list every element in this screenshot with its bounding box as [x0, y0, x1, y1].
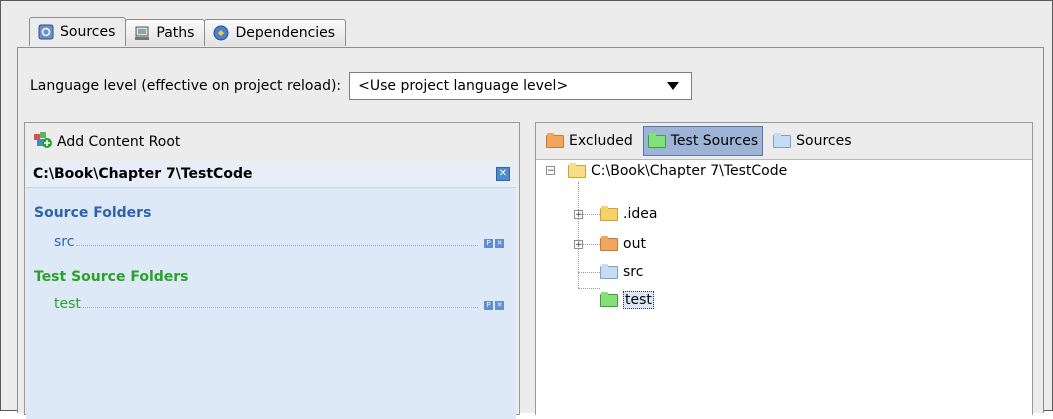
dotted-leader — [82, 307, 478, 308]
tab-bar: Sources Paths Dependencies — [29, 17, 347, 47]
collapse-root-toggle[interactable]: − — [546, 166, 555, 176]
tree-node-label: .idea — [623, 206, 658, 222]
tree-node-test[interactable]: test — [600, 290, 654, 310]
test-source-folders-title: Test Source Folders — [34, 269, 189, 285]
mark-test-sources-button[interactable]: Test Sources — [642, 126, 764, 156]
tab-sources[interactable]: Sources — [29, 17, 127, 46]
test-source-folder-item: test P ✕ — [54, 294, 504, 312]
folder-actions: P ✕ — [484, 301, 504, 310]
unmark-folder-icon[interactable]: ✕ — [495, 239, 504, 248]
content-root-path: C:\Book\Chapter 7\TestCode — [33, 166, 253, 182]
mark-sources-button[interactable]: Sources — [769, 126, 855, 156]
source-folder-icon — [773, 132, 792, 148]
edit-properties-icon[interactable]: P — [484, 301, 493, 310]
folder-tree[interactable]: − C:\Book\Chapter 7\TestCode + .idea + o… — [536, 159, 1032, 415]
add-content-root-button[interactable]: Add Content Root — [33, 131, 180, 153]
source-folder-icon — [600, 263, 618, 279]
tab-dependencies[interactable]: Dependencies — [204, 19, 347, 46]
tree-node-label-selected: test — [623, 291, 654, 309]
tab-label: Dependencies — [235, 25, 336, 41]
tree-node-out[interactable]: out — [600, 234, 646, 254]
folder-actions: P ✕ — [484, 239, 504, 248]
tree-node-label: out — [623, 236, 646, 252]
tree-connector — [578, 288, 600, 289]
add-content-root-label: Add Content Root — [57, 134, 181, 150]
tree-connector — [578, 272, 600, 273]
mark-sources-label: Sources — [796, 133, 852, 149]
module-settings-panel: Sources Paths Dependencies Language leve… — [0, 0, 1053, 419]
tab-paths[interactable]: Paths — [125, 19, 206, 46]
language-level-value: <Use project language level> — [358, 78, 569, 94]
open-folder-icon — [568, 162, 586, 178]
tab-label: Paths — [156, 25, 195, 41]
language-level-label: Language level (effective on project rel… — [30, 78, 342, 94]
tree-node-idea[interactable]: .idea — [600, 204, 657, 224]
edit-properties-icon[interactable]: P — [484, 239, 493, 248]
tree-node-src[interactable]: src — [600, 262, 643, 282]
mark-test-sources-label: Test Sources — [670, 133, 759, 149]
mark-excluded-label: Excluded — [569, 133, 633, 149]
chevron-down-icon — [667, 82, 680, 90]
content-root-header: C:\Book\Chapter 7\TestCode ✕ — [26, 161, 516, 188]
dotted-leader — [76, 245, 478, 246]
excluded-folder-icon — [600, 235, 618, 251]
source-folders-title: Source Folders — [34, 205, 152, 221]
source-folder-item: src P ✕ — [54, 232, 504, 250]
test-folder-icon — [647, 132, 666, 148]
remove-content-root-icon[interactable]: ✕ — [496, 167, 510, 181]
sources-tab-icon — [38, 24, 54, 40]
tree-node-label: src — [623, 264, 644, 280]
expand-out-toggle[interactable]: + — [574, 240, 583, 250]
dependencies-tab-icon — [213, 25, 229, 41]
folder-icon — [600, 205, 618, 221]
expand-idea-toggle[interactable]: + — [574, 210, 583, 220]
test-folder-icon — [600, 291, 618, 307]
unmark-folder-icon[interactable]: ✕ — [495, 301, 504, 310]
language-level-dropdown[interactable]: <Use project language level> — [349, 72, 693, 100]
add-content-root-icon — [33, 131, 53, 153]
tree-root-label: C:\Book\Chapter 7\TestCode — [591, 163, 788, 179]
folder-tree-panel: Excluded Test Sources Sources − C:\Book\… — [535, 122, 1033, 415]
language-level-row: Language level (effective on project rel… — [30, 72, 693, 100]
excluded-folder-icon — [546, 132, 564, 148]
paths-tab-icon — [134, 25, 150, 41]
tree-root-node[interactable]: C:\Book\Chapter 7\TestCode — [568, 161, 787, 181]
content-roots-panel: Add Content Root C:\Book\Chapter 7\TestC… — [24, 122, 520, 419]
content-root-box: C:\Book\Chapter 7\TestCode ✕ Source Fold… — [26, 161, 516, 419]
source-folder-name: src — [54, 234, 75, 250]
test-source-folder-name: test — [54, 296, 81, 312]
mark-excluded-button[interactable]: Excluded — [542, 126, 637, 156]
tab-label: Sources — [60, 24, 116, 40]
sources-tab-content: Language level (effective on project rel… — [17, 47, 1044, 419]
mark-as-toolbar: Excluded Test Sources Sources — [542, 124, 856, 158]
